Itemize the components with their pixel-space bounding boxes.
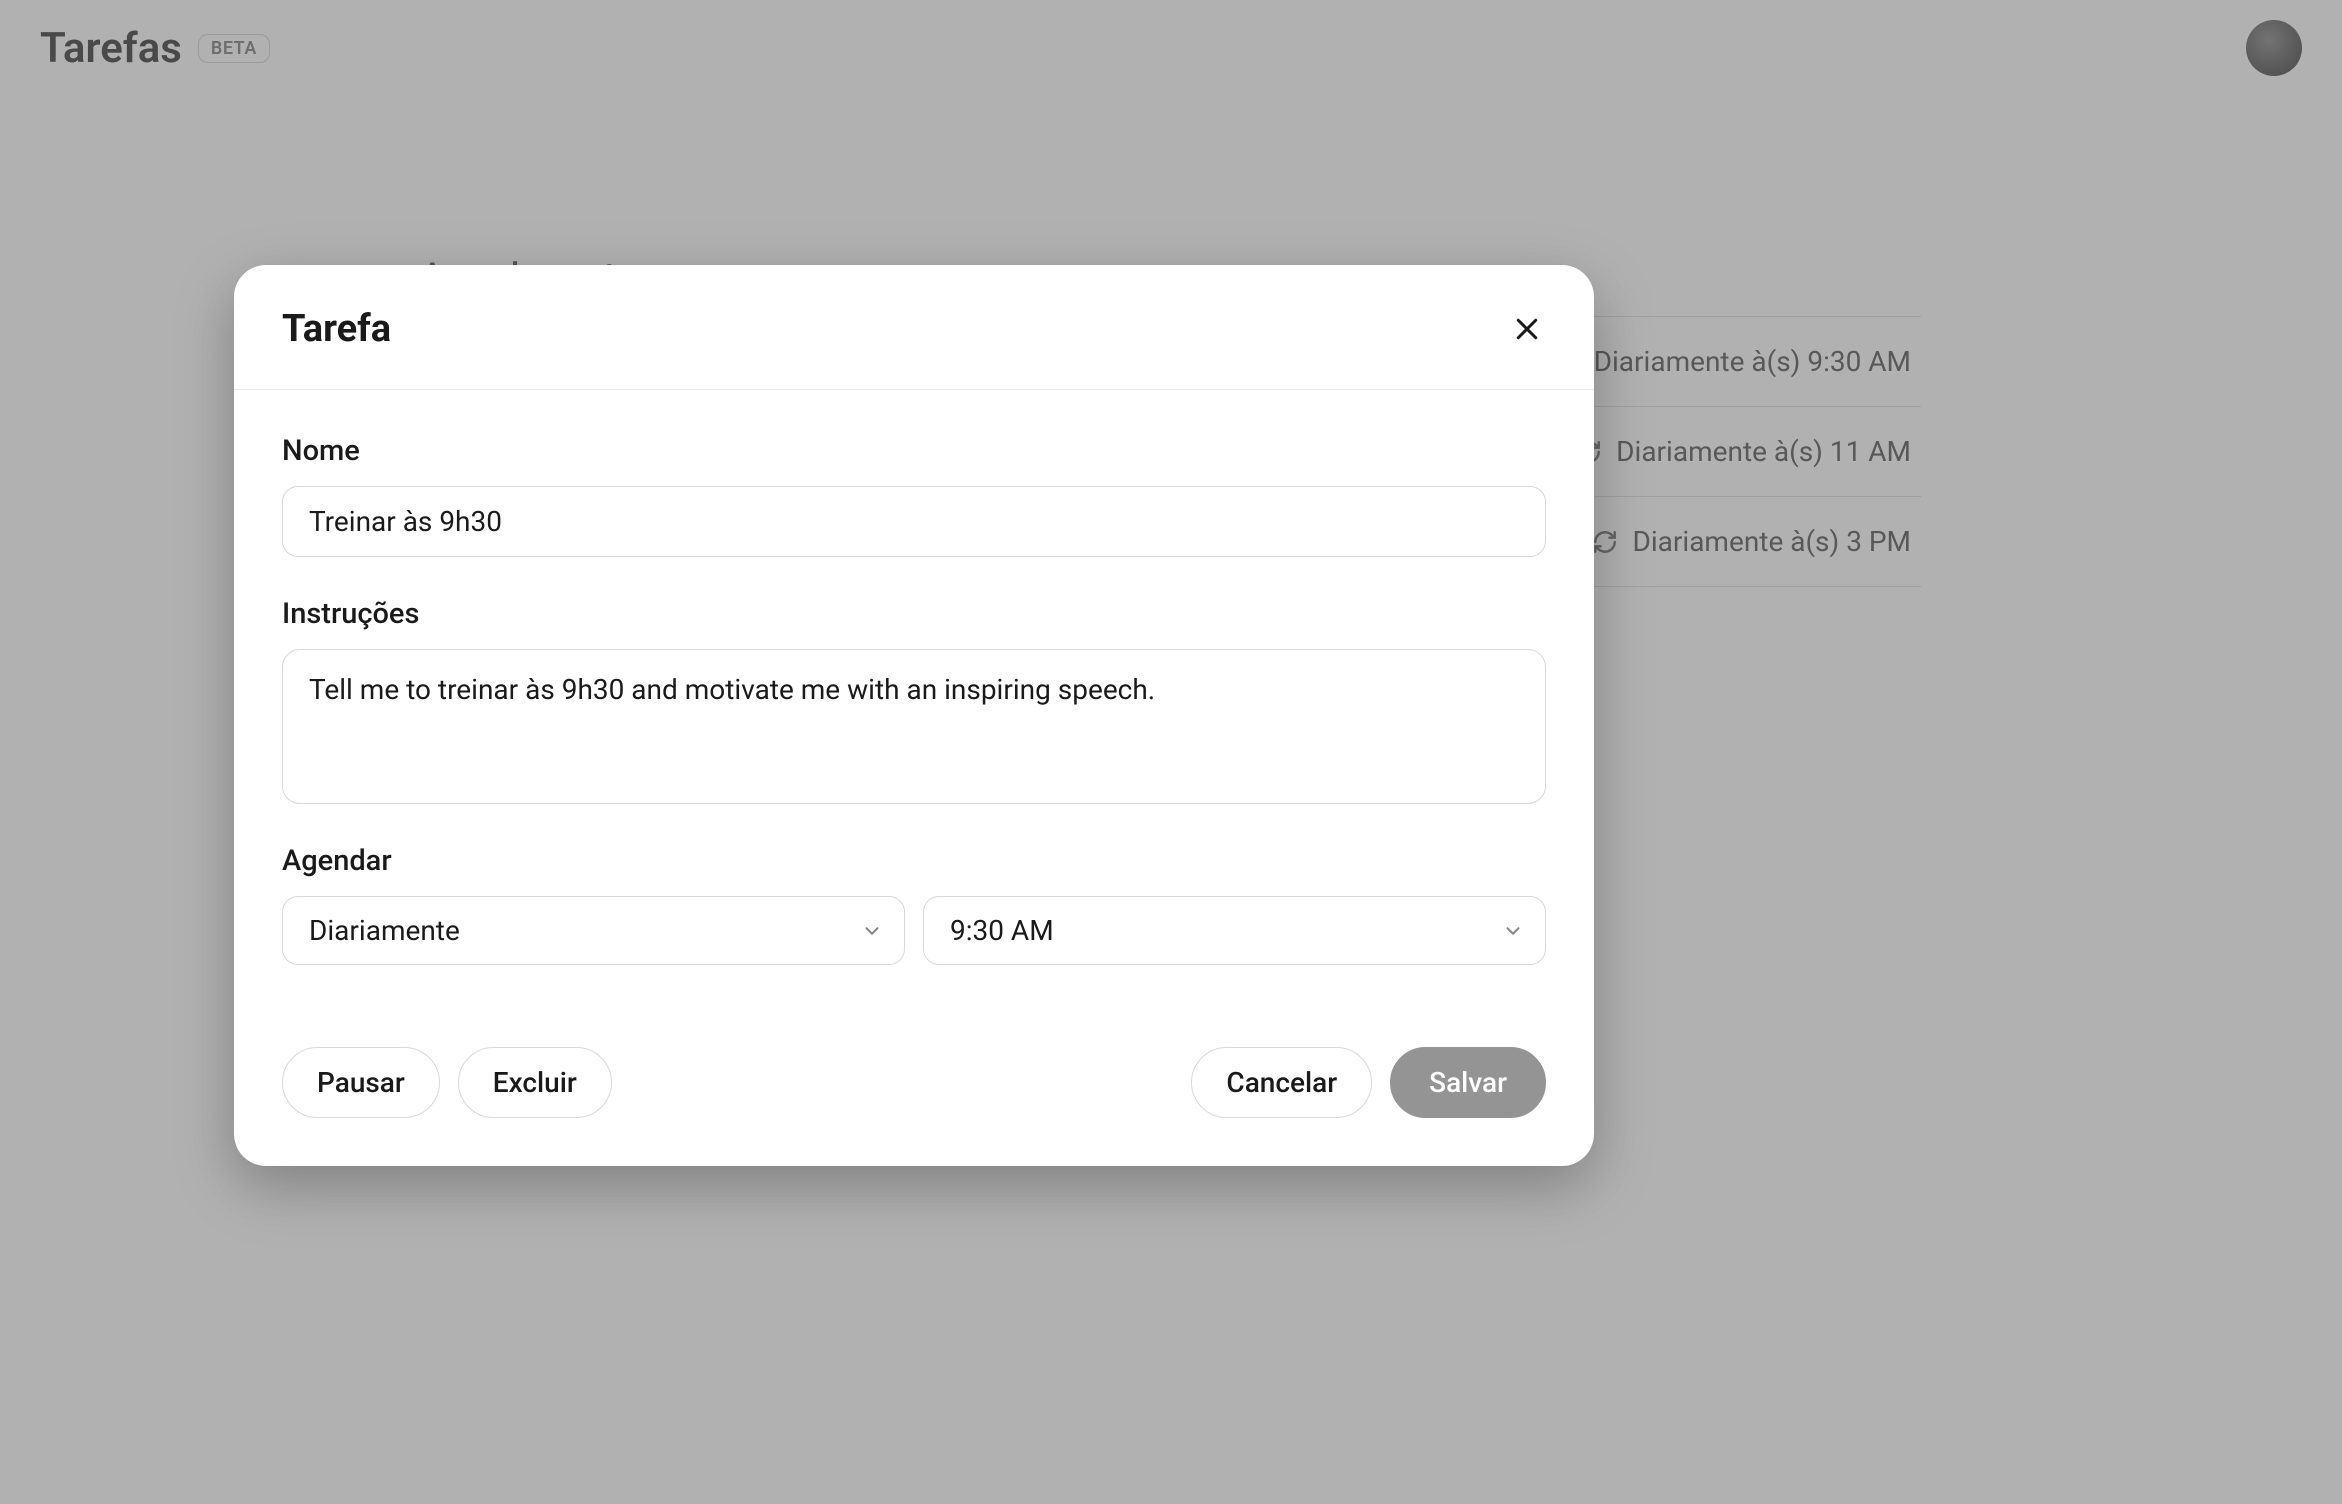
instructions-input[interactable] [282,649,1546,804]
pause-button[interactable]: Pausar [282,1047,440,1118]
cancel-button[interactable]: Cancelar [1191,1047,1372,1118]
footer-right: Cancelar Salvar [1191,1047,1546,1118]
frequency-select[interactable]: Diariamente [282,896,905,965]
close-button[interactable] [1508,310,1546,348]
footer-left: Pausar Excluir [282,1047,612,1118]
schedule-row: Diariamente 9:30 AM [282,896,1546,965]
modal-footer: Pausar Excluir Cancelar Salvar [234,1015,1594,1166]
instructions-label: Instruções [282,597,1546,631]
delete-button[interactable]: Excluir [458,1047,612,1118]
modal-header: Tarefa [234,265,1594,390]
frequency-select-wrap: Diariamente [282,896,905,965]
task-modal: Tarefa Nome Instruções Agendar Diariamen [234,265,1594,1166]
name-field-group: Nome [282,434,1546,557]
name-label: Nome [282,434,1546,468]
modal-title: Tarefa [282,307,391,351]
instructions-field-group: Instruções [282,597,1546,804]
close-icon [1512,314,1542,344]
schedule-label: Agendar [282,844,1546,878]
modal-overlay[interactable]: Tarefa Nome Instruções Agendar Diariamen [0,0,2342,1504]
modal-body: Nome Instruções Agendar Diariamente [234,390,1594,1015]
time-select[interactable]: 9:30 AM [923,896,1546,965]
schedule-field-group: Agendar Diariamente 9:30 AM [282,844,1546,965]
name-input[interactable] [282,486,1546,557]
save-button[interactable]: Salvar [1390,1047,1546,1118]
time-select-wrap: 9:30 AM [923,896,1546,965]
